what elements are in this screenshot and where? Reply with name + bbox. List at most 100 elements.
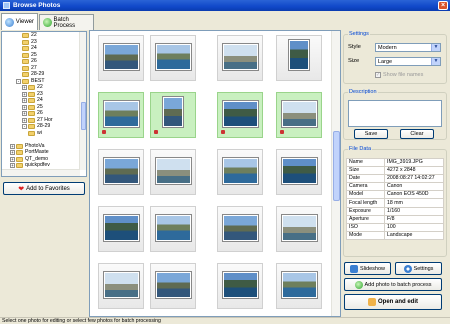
tab-viewer[interactable]: Viewer bbox=[1, 13, 38, 30]
gallery-scroll-thumb[interactable] bbox=[333, 131, 340, 201]
expand-icon[interactable]: + bbox=[22, 85, 27, 90]
expand-icon[interactable]: + bbox=[10, 150, 15, 155]
folder-icon bbox=[28, 111, 35, 116]
photo-thumbnail[interactable] bbox=[150, 149, 196, 195]
photo-thumbnail[interactable] bbox=[150, 92, 196, 138]
file-data-key: Focal length bbox=[346, 198, 385, 208]
photo-thumbnail[interactable] bbox=[276, 149, 322, 195]
file-data-key: Aperture bbox=[346, 214, 385, 224]
file-data-key: Mode bbox=[346, 230, 385, 240]
expand-icon[interactable]: + bbox=[10, 163, 15, 168]
tree-scroll-thumb[interactable] bbox=[81, 102, 86, 130]
expand-icon[interactable]: + bbox=[22, 98, 27, 103]
title-bar[interactable]: Browse Photos × bbox=[0, 0, 450, 11]
heart-icon: ❤ bbox=[18, 185, 25, 193]
open-and-edit-button[interactable]: Open and edit bbox=[344, 294, 442, 310]
tree-item[interactable]: +25 bbox=[22, 104, 43, 111]
photo-thumbnail[interactable] bbox=[217, 149, 263, 195]
photo-image bbox=[104, 101, 139, 127]
expand-icon[interactable]: + bbox=[22, 91, 27, 97]
photo-thumbnail[interactable] bbox=[276, 35, 322, 81]
settings-button[interactable]: Settings bbox=[395, 262, 442, 275]
folder-icon bbox=[28, 91, 35, 97]
photo-image bbox=[223, 215, 258, 241]
add-to-batch-button-label: Add photo to batch process bbox=[364, 281, 432, 288]
photo-thumbnail[interactable] bbox=[276, 263, 322, 309]
tree-item[interactable]: +24 bbox=[22, 97, 43, 104]
expand-icon[interactable]: + bbox=[10, 156, 15, 162]
tree-item-label: wi bbox=[37, 129, 42, 136]
clear-button-label: Clear bbox=[410, 131, 424, 137]
status-bar: Select one photo for editing or select f… bbox=[0, 317, 450, 324]
photo-thumbnail[interactable] bbox=[276, 92, 322, 138]
tree-item[interactable]: 24 bbox=[22, 45, 37, 52]
photo-thumbnail[interactable] bbox=[98, 206, 144, 252]
photo-thumbnail[interactable] bbox=[150, 206, 196, 252]
tree-item[interactable]: +23 bbox=[22, 91, 43, 98]
photo-gallery[interactable] bbox=[89, 30, 341, 317]
expand-icon[interactable]: + bbox=[22, 117, 27, 123]
tree-item[interactable]: 25 bbox=[22, 52, 37, 59]
photo-thumbnail[interactable] bbox=[98, 35, 144, 81]
collapse-icon[interactable]: - bbox=[22, 124, 27, 129]
gallery-vertical-scrollbar[interactable] bbox=[331, 31, 340, 316]
tree-vertical-scrollbar[interactable] bbox=[79, 32, 86, 170]
tree-item[interactable]: - 28-29 bbox=[22, 123, 50, 130]
tree-item[interactable]: 27 bbox=[22, 65, 37, 72]
chevron-down-icon[interactable]: ▼ bbox=[431, 44, 440, 51]
description-group-title: Description bbox=[348, 89, 378, 96]
photo-thumbnail[interactable] bbox=[276, 206, 322, 252]
description-textarea[interactable] bbox=[348, 100, 442, 127]
tree-item-label: PortMaste bbox=[25, 149, 49, 155]
folder-icon bbox=[28, 130, 35, 136]
style-label: Style bbox=[348, 44, 361, 50]
photo-thumbnail[interactable] bbox=[98, 263, 144, 309]
tree-item[interactable]: + PhotoVa bbox=[10, 143, 45, 150]
show-file-names-checkbox[interactable]: ✓ bbox=[375, 72, 381, 78]
add-to-favorites-button[interactable]: ❤ Add to Favorites bbox=[3, 182, 85, 195]
photo-thumbnail[interactable] bbox=[150, 263, 196, 309]
tree-item[interactable]: +22 bbox=[22, 84, 43, 91]
tree-item[interactable]: 28-29 bbox=[22, 71, 44, 78]
file-data-value: 2008:08:27 14:02:27 bbox=[384, 174, 444, 184]
add-to-batch-button[interactable]: Add photo to batch process bbox=[344, 278, 442, 291]
tree-item[interactable]: 22 bbox=[22, 32, 37, 39]
photo-image bbox=[104, 272, 139, 298]
photo-thumbnail[interactable] bbox=[150, 35, 196, 81]
show-file-names-row[interactable]: ✓ Show file names bbox=[375, 72, 423, 78]
tree-horizontal-scrollbar[interactable] bbox=[2, 169, 80, 176]
style-select[interactable]: Modern ▼ bbox=[375, 43, 441, 52]
size-select[interactable]: Large ▼ bbox=[375, 57, 441, 66]
left-panel: +RECYCLER+quickpdfev+QT_demo+PortMaste+P… bbox=[0, 30, 88, 317]
photo-thumbnail[interactable] bbox=[98, 92, 144, 138]
photo-thumbnail[interactable] bbox=[217, 206, 263, 252]
folder-tree[interactable]: +RECYCLER+quickpdfev+QT_demo+PortMaste+P… bbox=[1, 31, 87, 177]
photo-thumbnail[interactable] bbox=[217, 92, 263, 138]
tab-batch-process[interactable]: Batch Process bbox=[39, 14, 94, 30]
tree-item[interactable]: 26 bbox=[22, 58, 37, 65]
tree-item[interactable]: + QT_demo bbox=[10, 156, 48, 163]
slideshow-button[interactable]: Slideshow bbox=[344, 262, 391, 275]
photo-image bbox=[104, 158, 139, 184]
expand-icon[interactable]: + bbox=[10, 143, 15, 149]
photo-thumbnail[interactable] bbox=[217, 263, 263, 309]
tab-viewer-label: Viewer bbox=[15, 19, 34, 25]
tree-item[interactable]: + PortMaste bbox=[10, 149, 49, 156]
expand-icon[interactable]: + bbox=[22, 104, 27, 110]
chevron-down-icon[interactable]: ▼ bbox=[431, 58, 440, 65]
expand-icon[interactable]: + bbox=[22, 111, 27, 116]
save-button[interactable]: Save bbox=[354, 129, 388, 139]
tree-item[interactable]: + quickpdfev bbox=[10, 162, 50, 169]
tree-item[interactable]: 23 bbox=[22, 39, 37, 46]
collapse-icon[interactable]: - bbox=[16, 78, 21, 84]
tree-item[interactable]: +27 Hor bbox=[22, 117, 53, 124]
photo-image bbox=[163, 97, 183, 127]
clear-button[interactable]: Clear bbox=[400, 129, 434, 139]
tree-item[interactable]: - BEST bbox=[16, 78, 45, 85]
tree-item-label: 23 bbox=[37, 90, 43, 97]
photo-thumbnail[interactable] bbox=[98, 149, 144, 195]
tree-item[interactable]: +26 bbox=[22, 110, 43, 117]
close-button[interactable]: × bbox=[438, 1, 448, 10]
photo-thumbnail[interactable] bbox=[217, 35, 263, 81]
tree-item[interactable]: wi bbox=[28, 130, 42, 137]
